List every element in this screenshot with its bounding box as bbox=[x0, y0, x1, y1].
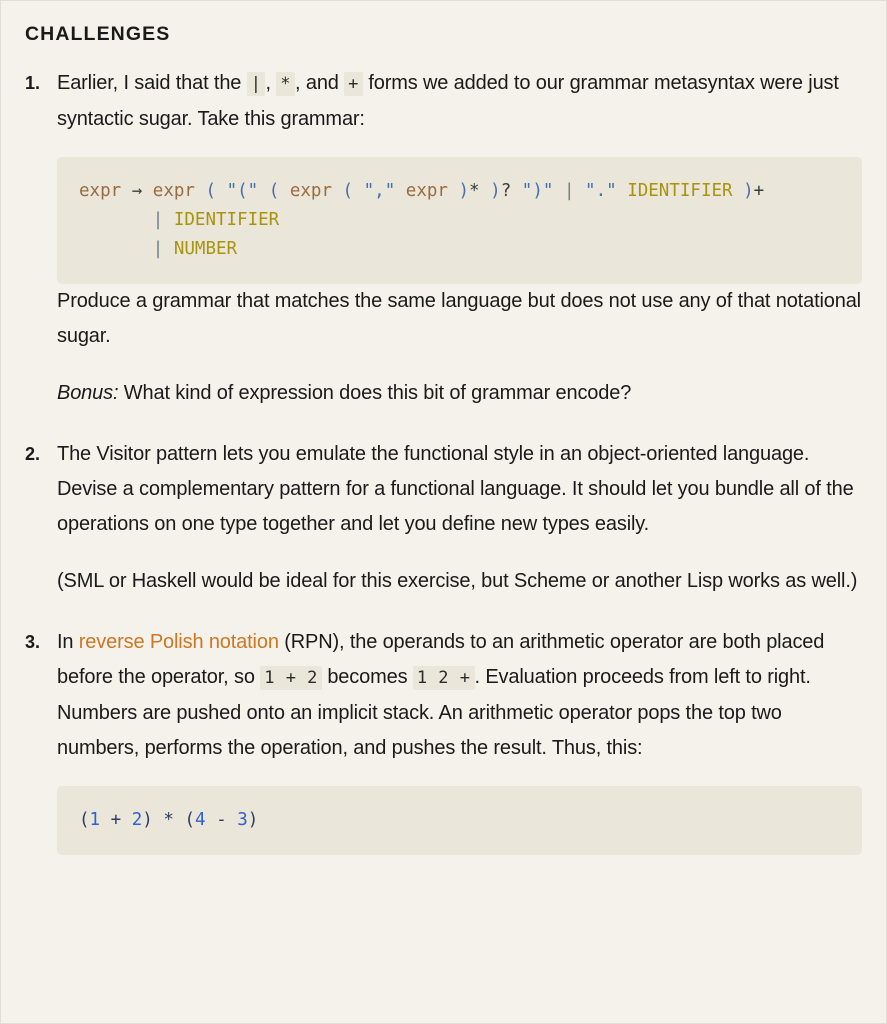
code-block-grammar: expr → expr ( "(" ( expr ( "," expr )* )… bbox=[57, 157, 862, 285]
code-token: 2 bbox=[131, 810, 143, 831]
code-token: 1 bbox=[89, 810, 101, 831]
code-token: ( bbox=[205, 181, 217, 202]
code-token: expr bbox=[405, 181, 448, 202]
inline-code-plus: + bbox=[344, 72, 363, 97]
list-item-challenge-3: In reverse Polish notation (RPN), the op… bbox=[25, 625, 862, 856]
challenge-3-intro-part1: In bbox=[57, 631, 79, 654]
challenge-1-intro-part3: , and bbox=[295, 72, 345, 95]
code-token: | bbox=[152, 210, 164, 231]
challenges-list: Earlier, I said that the |, *, and + for… bbox=[25, 66, 862, 856]
code-token: + bbox=[110, 810, 122, 831]
code-token: ) bbox=[490, 181, 501, 202]
code-token: - bbox=[216, 810, 227, 831]
code-token: ")" bbox=[521, 181, 554, 202]
challenge-2-paragraph-1: The Visitor pattern lets you emulate the… bbox=[57, 443, 854, 536]
code-token: ( bbox=[342, 181, 354, 202]
list-item-challenge-2: The Visitor pattern lets you emulate the… bbox=[25, 437, 862, 599]
code-token: ) bbox=[458, 181, 470, 202]
code-token: 3 bbox=[237, 810, 248, 831]
code-token: 4 bbox=[195, 810, 206, 831]
code-token: ( bbox=[184, 810, 196, 831]
code-token: IDENTIFIER bbox=[627, 181, 733, 202]
list-item-challenge-1: Earlier, I said that the |, *, and + for… bbox=[25, 66, 862, 411]
challenge-1-intro: Earlier, I said that the |, *, and + for… bbox=[57, 66, 862, 137]
challenge-1-intro-part2: , bbox=[265, 72, 277, 95]
code-token: ? bbox=[500, 181, 512, 202]
challenge-3-intro: In reverse Polish notation (RPN), the op… bbox=[57, 625, 862, 766]
code-token: ( bbox=[268, 181, 280, 202]
code-token: → bbox=[131, 181, 143, 202]
inline-code-infix-expression: 1 + 2 bbox=[260, 666, 322, 691]
code-token: * bbox=[469, 181, 480, 202]
code-block-rpn-example: (1 + 2) * (4 - 3) bbox=[57, 786, 862, 856]
challenge-1-after-code: Produce a grammar that matches the same … bbox=[57, 290, 861, 348]
code-token: ( bbox=[79, 810, 90, 831]
bonus-label: Bonus: bbox=[57, 382, 119, 405]
inline-code-rpn-expression: 1 2 + bbox=[412, 666, 475, 691]
code-token: ) bbox=[142, 810, 153, 831]
code-token: NUMBER bbox=[173, 239, 238, 260]
code-token: ) bbox=[743, 181, 754, 202]
code-token: | bbox=[563, 181, 575, 202]
code-token: IDENTIFIER bbox=[173, 210, 280, 231]
challenge-1-intro-part1: Earlier, I said that the bbox=[57, 72, 247, 95]
code-token: "." bbox=[585, 181, 617, 202]
challenge-2-paragraph-2: (SML or Haskell would be ideal for this … bbox=[57, 570, 858, 593]
challenge-1-bonus: Bonus: What kind of expression does this… bbox=[57, 376, 862, 411]
code-token: + bbox=[753, 181, 765, 202]
code-token: "(" bbox=[226, 181, 259, 202]
code-token: ) bbox=[247, 810, 259, 831]
bonus-text: What kind of expression does this bit of… bbox=[118, 382, 632, 405]
code-token: * bbox=[163, 810, 174, 831]
code-token: | bbox=[152, 239, 164, 260]
inline-code-alternation: | bbox=[246, 72, 266, 97]
code-token: expr bbox=[289, 181, 332, 202]
document-page: CHALLENGES Earlier, I said that the |, *… bbox=[0, 0, 887, 1024]
challenge-3-intro-part3: becomes bbox=[321, 666, 413, 689]
code-token: "," bbox=[363, 181, 396, 202]
code-token: expr bbox=[152, 181, 195, 202]
reverse-polish-notation-link[interactable]: reverse Polish notation bbox=[79, 631, 279, 653]
page-title: CHALLENGES bbox=[25, 23, 171, 45]
code-token: expr bbox=[79, 181, 122, 202]
inline-code-star: * bbox=[276, 72, 296, 97]
